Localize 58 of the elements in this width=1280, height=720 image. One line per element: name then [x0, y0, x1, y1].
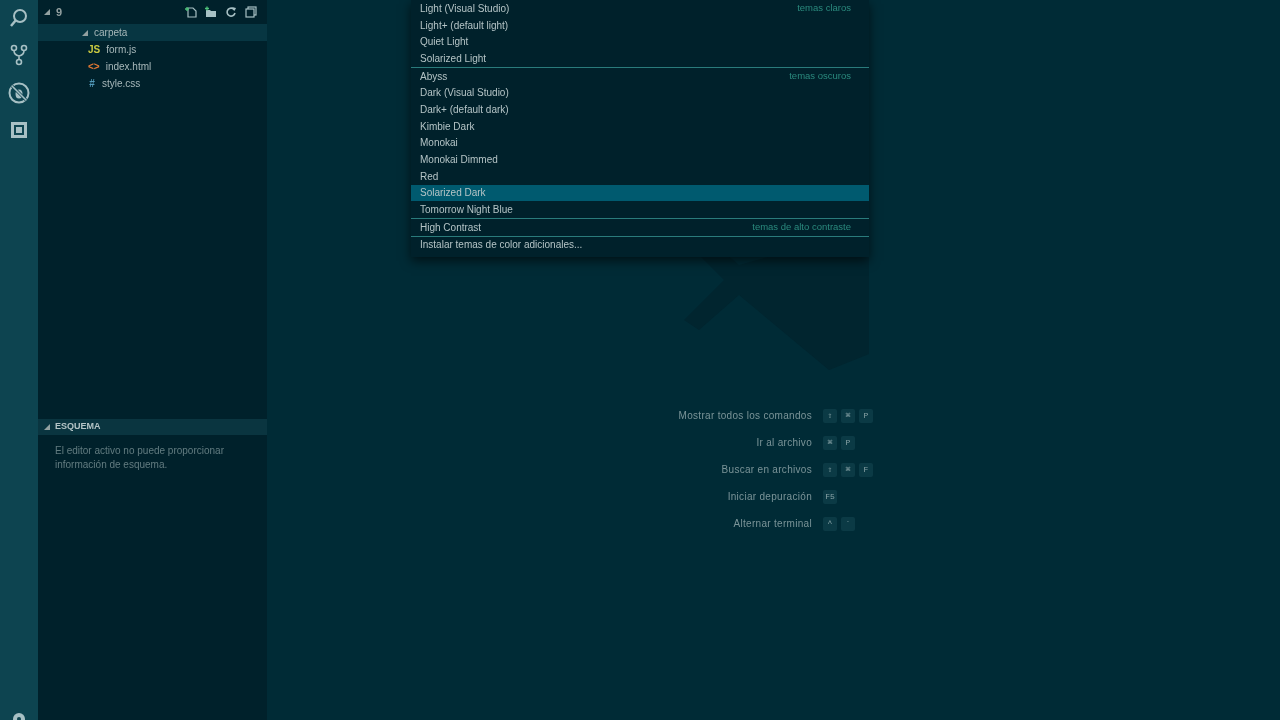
key-cap: ⌘	[841, 462, 855, 477]
no-bug-icon[interactable]	[8, 82, 30, 104]
theme-option[interactable]: Tomorrow Night Blue	[411, 201, 869, 218]
outline-message: El editor activo no puede proporcionar información de esquema.	[54, 444, 225, 472]
new-folder-icon[interactable]	[205, 6, 217, 18]
key-cap: F5	[823, 489, 837, 504]
key-cap: ^	[823, 516, 837, 531]
theme-option[interactable]: Abyss temas oscuros	[411, 67, 869, 85]
file-row[interactable]: # style.css	[38, 75, 267, 92]
theme-option[interactable]: Dark (Visual Studio)	[411, 84, 869, 102]
branch-icon[interactable]	[9, 44, 29, 66]
theme-option[interactable]: Light+ (default light)	[411, 16, 869, 34]
theme-option[interactable]: High Contrast temas de alto contraste	[411, 218, 869, 236]
shortcut-label: Buscar en archivos	[720, 463, 812, 477]
shortcut-label: Alternar terminal	[732, 517, 812, 531]
group-label: temas de alto contraste	[752, 220, 852, 235]
theme-option[interactable]: Dark+ (default dark)	[411, 101, 869, 118]
file-name: index.html	[105, 60, 152, 74]
group-label: temas oscuros	[789, 68, 852, 83]
theme-option[interactable]: Quiet Light	[411, 33, 869, 51]
file-type-icon: <>	[88, 59, 100, 74]
folder-name: carpeta	[94, 26, 128, 40]
theme-option[interactable]: Light (Visual Studio) temas claros	[411, 0, 869, 17]
theme-option[interactable]: Instalar temas de color adicionales...	[411, 236, 869, 254]
key-cap: P	[841, 435, 855, 450]
shortcut-label: Iniciar depuración	[726, 490, 812, 504]
folder-title[interactable]: 9	[56, 3, 63, 21]
file-row[interactable]: <> index.html	[38, 58, 267, 75]
theme-option[interactable]: Kimbie Dark	[411, 117, 869, 135]
search-icon[interactable]	[9, 8, 29, 28]
theme-option[interactable]: Solarized Light	[411, 50, 869, 67]
folder-row[interactable]: carpeta	[38, 24, 267, 41]
collapse-all-icon[interactable]	[245, 6, 257, 18]
shortcut-label: Mostrar todos los comandos	[677, 409, 812, 423]
file-name: style.css	[102, 77, 141, 91]
gear-icon[interactable]	[11, 710, 27, 720]
key-cap: F	[859, 462, 873, 477]
theme-option[interactable]: Solarized Dark	[411, 184, 869, 202]
theme-option[interactable]: Monokai Dimmed	[411, 151, 869, 168]
file-type-icon: #	[88, 76, 96, 91]
key-cap: P	[859, 408, 873, 423]
outline-header[interactable]: ESQUEMA	[38, 419, 267, 435]
outline-title: ESQUEMA	[55, 420, 101, 434]
file-row[interactable]: JS form.js	[38, 41, 267, 58]
extensions-icon[interactable]	[9, 120, 29, 140]
key-cap: ⇧	[823, 408, 837, 423]
key-cap: ⌘	[823, 435, 837, 450]
refresh-icon[interactable]	[225, 6, 237, 18]
theme-option[interactable]: Monokai	[411, 134, 869, 152]
file-name: form.js	[106, 43, 137, 57]
key-cap: ⇧	[823, 462, 837, 477]
file-type-icon: JS	[88, 42, 101, 57]
key-cap: `	[841, 516, 855, 531]
shortcut-label: Ir al archivo	[755, 436, 812, 450]
theme-option[interactable]: Red	[411, 167, 869, 185]
key-cap: ⌘	[841, 408, 855, 423]
group-label: temas claros	[797, 1, 852, 16]
new-file-icon[interactable]	[185, 6, 197, 18]
